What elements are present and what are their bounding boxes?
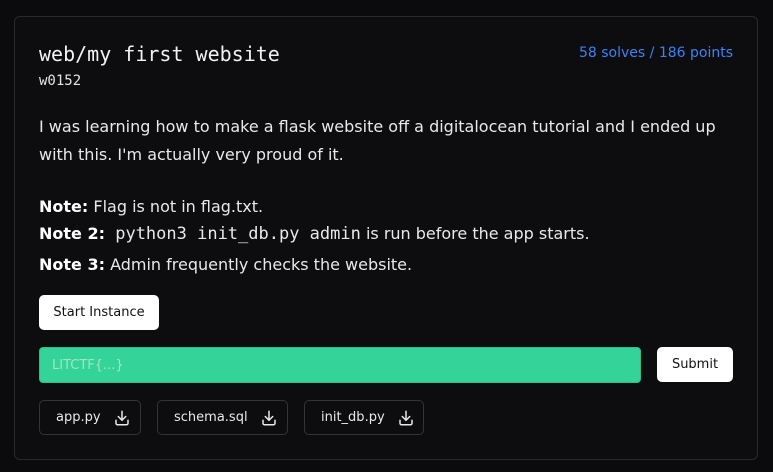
file-name: schema.sql <box>174 410 248 425</box>
note-2-label: Note 2: <box>39 224 105 243</box>
note-2-code: python3 init_db.py admin <box>104 224 361 244</box>
note-2: Note 2: python3 init_db.py admin is run … <box>39 224 590 244</box>
file-download-schema-sql[interactable]: schema.sql <box>157 400 288 435</box>
note-1-label: Note: <box>39 197 89 216</box>
solves-points: 58 solves / 186 points <box>579 45 733 61</box>
note-3-text: Admin frequently checks the website. <box>104 255 413 274</box>
start-instance-button[interactable]: Start Instance <box>39 295 159 330</box>
note-1-text: Flag is not in flag.txt. <box>88 197 264 216</box>
download-icon <box>113 409 131 427</box>
challenge-author: w0152 <box>39 73 82 89</box>
file-name: app.py <box>56 410 101 425</box>
note-3: Note 3: Admin frequently checks the webs… <box>39 255 412 274</box>
note-1: Note: Flag is not in flag.txt. <box>39 197 263 216</box>
note-2-text: is run before the app starts. <box>360 224 590 243</box>
challenge-title: web/my first website <box>39 42 280 66</box>
submit-button[interactable]: Submit <box>657 347 733 382</box>
note-3-label: Note 3: <box>39 255 105 274</box>
file-name: init_db.py <box>321 410 385 425</box>
challenge-card: web/my first website w0152 58 solves / 1… <box>14 16 758 460</box>
file-download-app-py[interactable]: app.py <box>39 400 141 435</box>
download-icon <box>260 409 278 427</box>
challenge-description: I was learning how to make a flask websi… <box>39 117 716 164</box>
download-icon <box>397 409 415 427</box>
flag-input[interactable] <box>39 347 641 383</box>
file-download-init-db-py[interactable]: init_db.py <box>304 400 424 435</box>
